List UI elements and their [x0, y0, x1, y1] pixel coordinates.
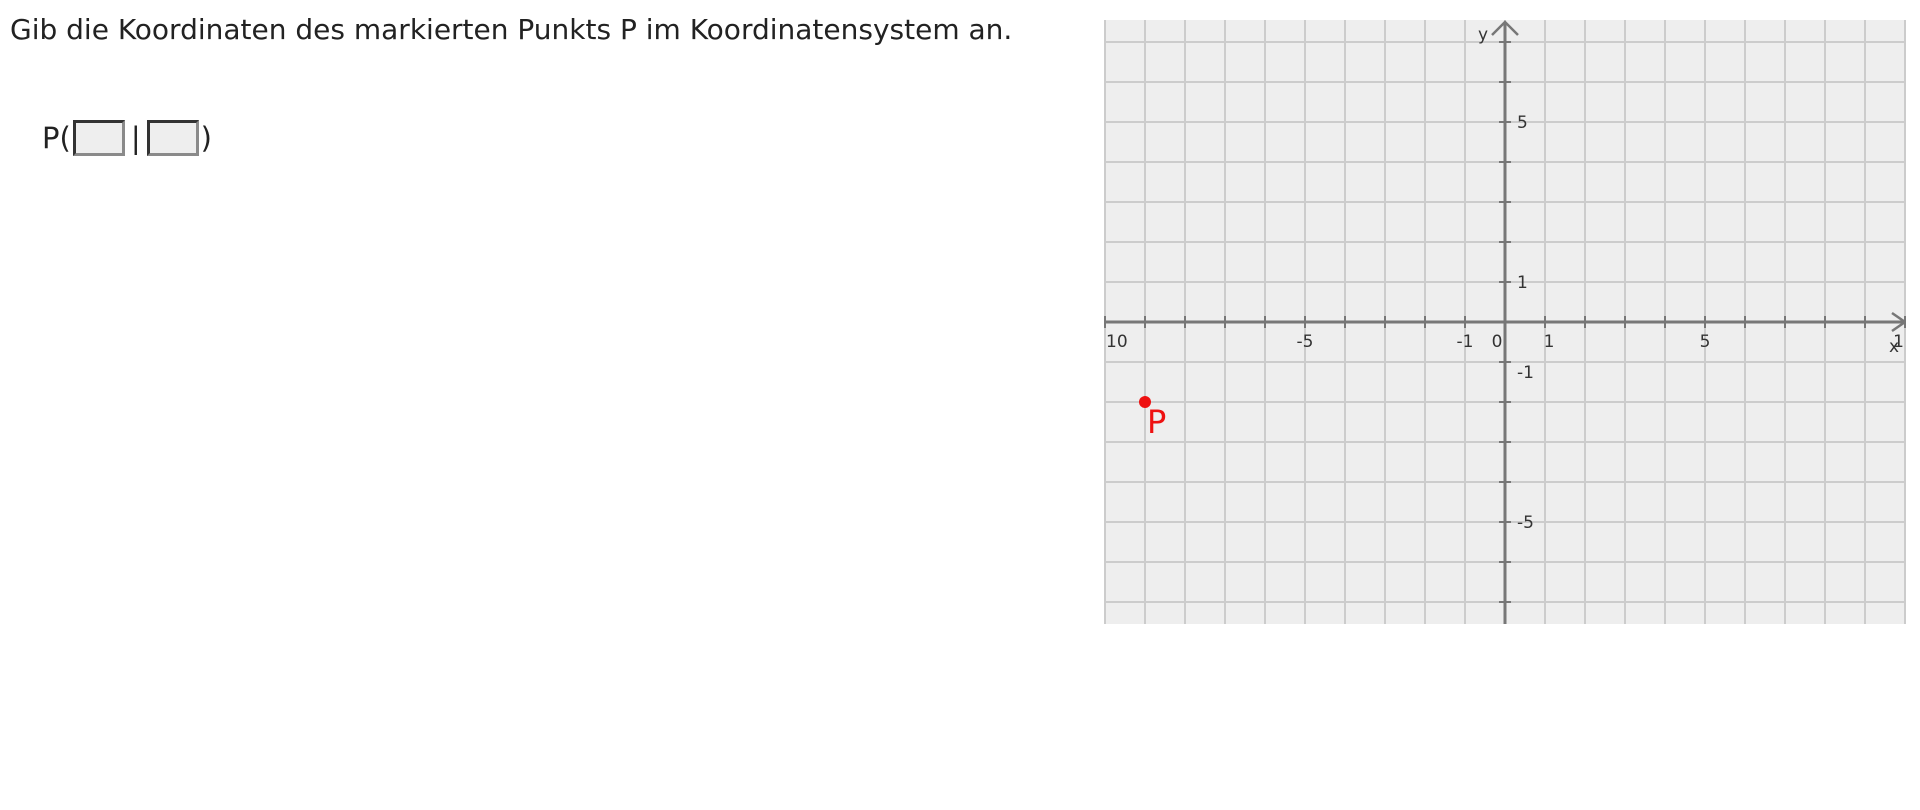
y-tick-label: 1: [1517, 273, 1528, 293]
answer-line: P( | ): [42, 116, 212, 160]
x-tick-label: 0: [1492, 332, 1503, 352]
y-coordinate-input[interactable]: [146, 120, 199, 156]
y-tick-label: -5: [1517, 513, 1534, 533]
x-axis-label: x: [1889, 337, 1899, 357]
x-coordinate-input[interactable]: [72, 120, 125, 156]
task-prompt: Gib die Koordinaten des markierten Punkt…: [10, 13, 1013, 46]
coordinate-system: 10 -5 -1 0 1 5 1 5 1 -1 -5 x y P: [1104, 20, 1906, 624]
x-tick-label: -5: [1297, 332, 1314, 352]
x-tick-label: -1: [1457, 332, 1474, 352]
point-p-label: P: [1147, 403, 1166, 441]
x-tick-label: 10: [1106, 332, 1128, 352]
answer-suffix: ): [200, 121, 212, 155]
x-tick-label: 5: [1700, 332, 1711, 352]
answer-separator: |: [130, 121, 141, 155]
y-axis-label: y: [1478, 25, 1488, 45]
answer-prefix: P(: [42, 121, 71, 155]
y-tick-label: 5: [1517, 113, 1528, 133]
coordinate-system-svg: 10 -5 -1 0 1 5 151-1-5xyP: [1104, 20, 1906, 624]
x-tick-label: 1: [1544, 332, 1555, 352]
y-tick-label: -1: [1517, 363, 1534, 383]
